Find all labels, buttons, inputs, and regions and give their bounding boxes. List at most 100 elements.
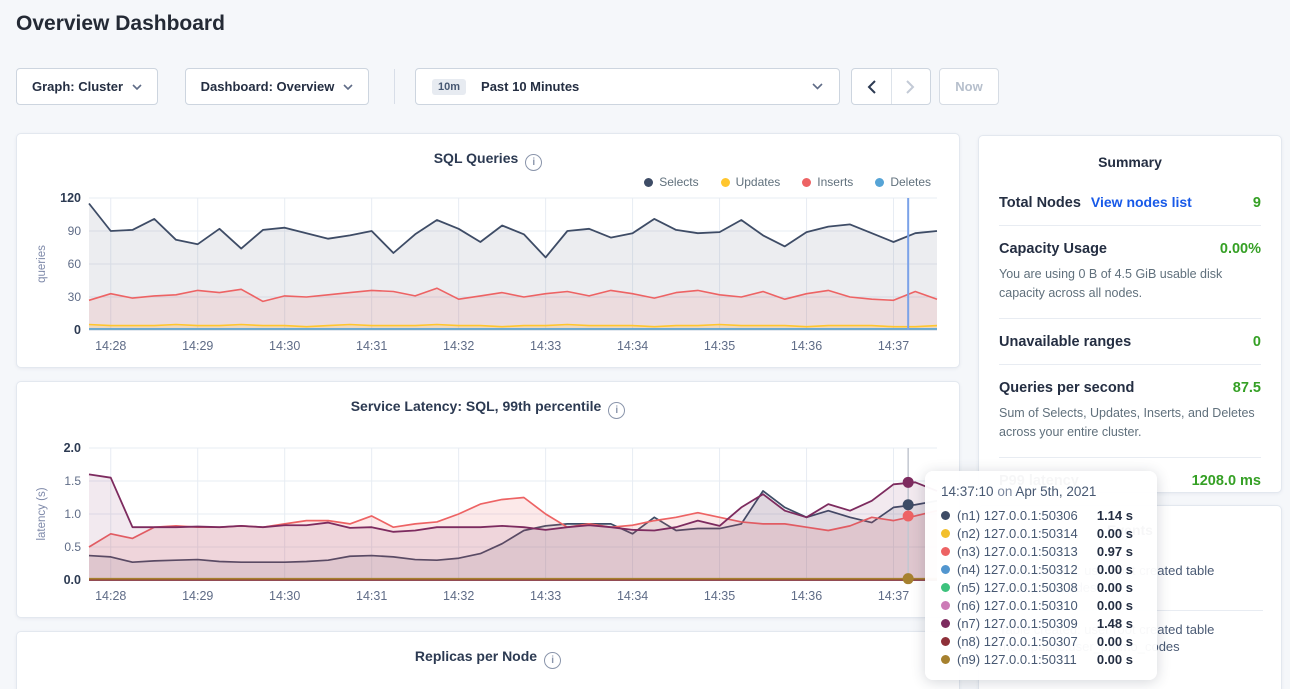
sql-queries-title: SQL Queries i xyxy=(17,150,959,171)
x-tick-label: 14:29 xyxy=(182,339,213,353)
qps-value: 87.5 xyxy=(1233,380,1261,396)
x-tick-label: 14:34 xyxy=(617,589,648,603)
legend-item-deletes[interactable]: Deletes xyxy=(875,175,931,189)
time-range-label: Past 10 Minutes xyxy=(481,79,579,94)
time-prev-button[interactable] xyxy=(852,69,892,104)
x-tick-label: 14:31 xyxy=(356,589,387,603)
chevron-down-icon xyxy=(132,84,142,90)
overview-dashboard-page: Overview Dashboard Graph: Cluster Dashbo… xyxy=(0,0,1290,689)
y-tick-label: 120 xyxy=(60,191,81,205)
qps-label: Queries per second xyxy=(999,380,1134,396)
node-address: (n1) 127.0.0.1:50306 xyxy=(957,508,1078,523)
total-nodes-label: Total Nodes xyxy=(999,195,1081,211)
sql-queries-legend: Selects Updates Inserts Deletes xyxy=(644,175,931,189)
y-tick-label: 60 xyxy=(68,257,82,271)
info-icon[interactable]: i xyxy=(544,652,561,669)
capacity-usage-desc: You are using 0 B of 4.5 GiB usable disk… xyxy=(979,265,1281,318)
x-tick-label: 14:36 xyxy=(791,339,822,353)
now-button[interactable]: Now xyxy=(939,68,999,105)
time-range-dropdown[interactable]: 10m Past 10 Minutes xyxy=(415,68,840,105)
chevron-right-icon xyxy=(906,80,915,94)
node-latency-value: 1.14 s xyxy=(1097,508,1143,523)
node-address: (n6) 127.0.0.1:50310 xyxy=(957,598,1078,613)
tooltip-node-row: (n9) 127.0.0.1:503110.00 s xyxy=(941,650,1143,668)
graph-dropdown[interactable]: Graph: Cluster xyxy=(16,68,158,105)
dashboard-dropdown[interactable]: Dashboard: Overview xyxy=(185,68,369,105)
tooltip-node-row: (n3) 127.0.0.1:503130.97 s xyxy=(941,542,1143,560)
node-latency-value: 0.97 s xyxy=(1097,544,1143,559)
tooltip-on: on xyxy=(997,484,1012,499)
x-tick-label: 14:28 xyxy=(95,589,126,603)
x-tick-label: 14:33 xyxy=(530,589,561,603)
legend-item-selects[interactable]: Selects xyxy=(644,175,698,189)
replicas-title-text: Replicas per Node xyxy=(415,648,537,664)
y-tick-label: 30 xyxy=(68,290,82,304)
tooltip-node-row: (n4) 127.0.0.1:503120.00 s xyxy=(941,560,1143,578)
x-tick-label: 14:36 xyxy=(791,589,822,603)
sql-queries-chart[interactable]: 030609012014:2814:2914:3014:3114:3214:33… xyxy=(33,188,945,364)
info-icon[interactable]: i xyxy=(608,402,625,419)
y-tick-label: 0.0 xyxy=(64,573,81,587)
chevron-down-icon xyxy=(343,84,353,90)
tooltip-node-row: (n6) 127.0.0.1:503100.00 s xyxy=(941,596,1143,614)
tooltip-time: 14:37:10 xyxy=(941,484,994,499)
node-address: (n5) 127.0.0.1:50308 xyxy=(957,580,1078,595)
node-latency-value: 0.00 s xyxy=(1097,526,1143,541)
toolbar-divider xyxy=(394,69,395,104)
tooltip-node-row: (n5) 127.0.0.1:50308 0.00 s xyxy=(941,578,1143,596)
node-latency-value: 0.00 s xyxy=(1097,580,1143,595)
x-tick-label: 14:33 xyxy=(530,339,561,353)
time-nav-group xyxy=(851,68,931,105)
legend-item-updates[interactable]: Updates xyxy=(721,175,781,189)
hover-dot xyxy=(903,499,914,510)
node-color-dot xyxy=(941,511,950,520)
sql-queries-title-text: SQL Queries xyxy=(434,150,519,166)
x-tick-label: 14:32 xyxy=(443,589,474,603)
summary-panel: Summary Total Nodes View nodes list 9 Ca… xyxy=(978,135,1282,493)
tooltip-node-row: (n2) 127.0.0.1:50314 0.00 s xyxy=(941,524,1143,542)
legend-dot xyxy=(721,178,730,187)
hover-dot xyxy=(903,510,914,521)
node-address: (n8) 127.0.0.1:50307 xyxy=(957,634,1078,649)
y-tick-label: 90 xyxy=(68,224,82,238)
node-color-dot xyxy=(941,619,950,628)
x-tick-label: 14:30 xyxy=(269,339,300,353)
chart-hover-tooltip: 14:37:10 on Apr 5th, 2021 (n1) 127.0.0.1… xyxy=(925,471,1157,680)
legend-item-inserts[interactable]: Inserts xyxy=(802,175,853,189)
y-axis-label: latency (s) xyxy=(36,487,48,540)
x-tick-label: 14:30 xyxy=(269,589,300,603)
x-tick-label: 14:34 xyxy=(617,339,648,353)
service-latency-title: Service Latency: SQL, 99th percentile i xyxy=(17,398,959,419)
service-latency-chart[interactable]: 0.00.51.01.52.014:2814:2914:3014:3114:32… xyxy=(33,438,945,614)
legend-label: Updates xyxy=(736,175,781,189)
node-latency-value: 0.00 s xyxy=(1097,634,1143,649)
y-tick-label: 2.0 xyxy=(64,441,81,455)
sql-queries-panel: SQL Queries i Selects Updates Inserts Delete… xyxy=(16,133,960,368)
replicas-title: Replicas per Node i xyxy=(17,648,959,669)
tooltip-date: Apr 5th, 2021 xyxy=(1015,484,1096,499)
x-tick-label: 14:31 xyxy=(356,339,387,353)
tooltip-node-row: (n8) 127.0.0.1:50307 0.00 s xyxy=(941,632,1143,650)
legend-label: Deletes xyxy=(890,175,931,189)
tooltip-node-row: (n1) 127.0.0.1:50306 1.14 s xyxy=(941,506,1143,524)
chevron-left-icon xyxy=(867,80,876,94)
now-button-label: Now xyxy=(955,79,982,94)
node-latency-value: 0.00 s xyxy=(1097,652,1143,667)
node-color-dot xyxy=(941,601,950,610)
legend-label: Selects xyxy=(659,175,698,189)
view-nodes-list-link[interactable]: View nodes list xyxy=(1091,194,1192,210)
dashboard-dropdown-label: Dashboard: Overview xyxy=(201,79,335,94)
time-next-button[interactable] xyxy=(892,69,931,104)
node-address: (n2) 127.0.0.1:50314 xyxy=(957,526,1078,541)
x-tick-label: 14:35 xyxy=(704,339,735,353)
node-latency-value: 1.48 s xyxy=(1097,616,1143,631)
service-latency-title-text: Service Latency: SQL, 99th percentile xyxy=(351,398,602,414)
info-icon[interactable]: i xyxy=(525,154,542,171)
unavailable-ranges-label: Unavailable ranges xyxy=(999,334,1131,350)
node-latency-value: 0.00 s xyxy=(1097,562,1143,577)
node-color-dot xyxy=(941,637,950,646)
time-range-badge: 10m xyxy=(432,79,466,95)
legend-dot xyxy=(644,178,653,187)
chevron-down-icon xyxy=(812,83,823,90)
total-nodes-value: 9 xyxy=(1253,195,1261,211)
